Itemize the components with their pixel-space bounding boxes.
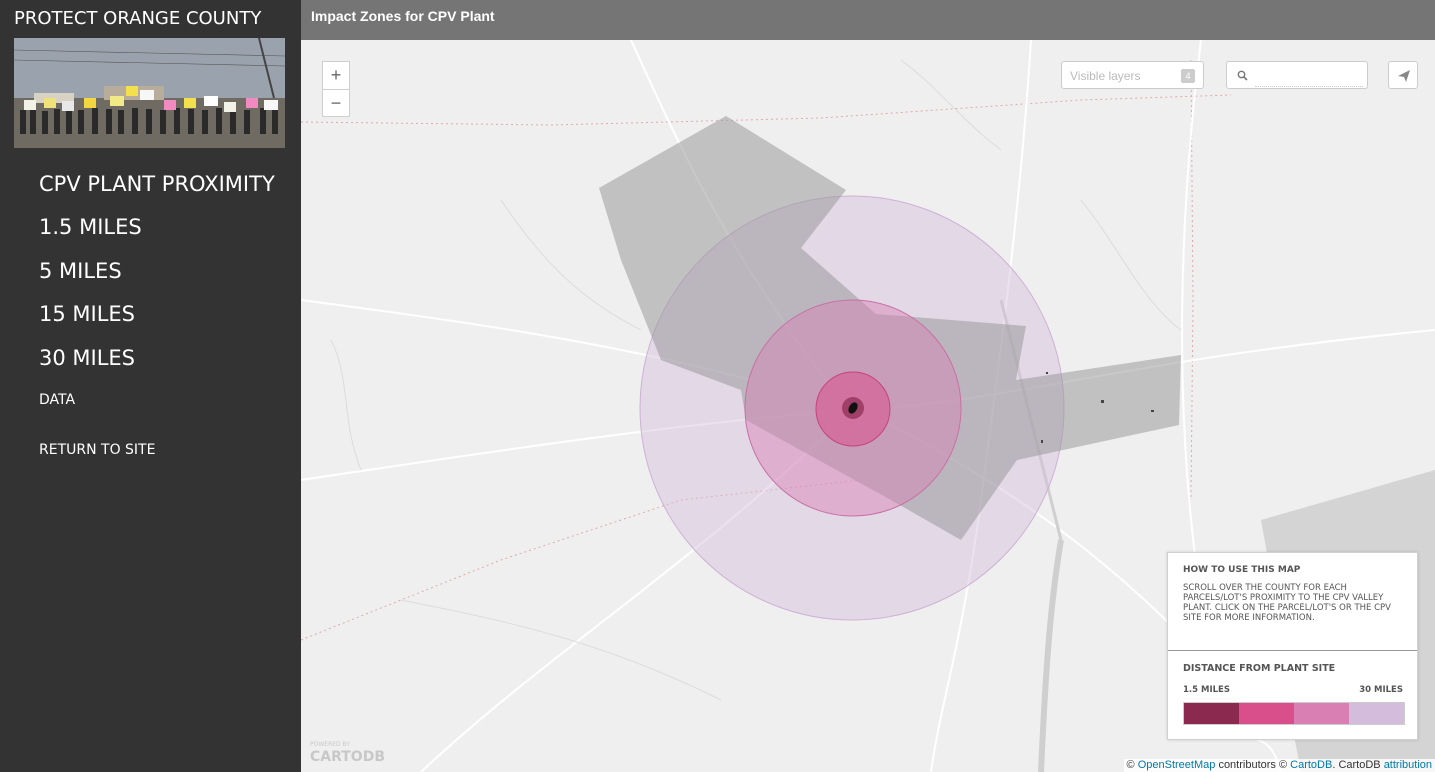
distance-title: DISTANCE FROM PLANT SITE — [1183, 663, 1336, 674]
ramp-max-label: 30 MILES — [1359, 685, 1403, 695]
legend-panel: HOW TO USE THIS MAP SCROLL OVER THE COUN… — [1167, 552, 1418, 740]
attribution-link[interactable]: attribution — [1384, 759, 1432, 771]
visible-layers-count: 4 — [1181, 69, 1195, 83]
map-header: Impact Zones for CPV Plant — [301, 0, 1435, 40]
nav-return-to-site[interactable]: RETURN TO SITE — [39, 442, 155, 458]
share-button[interactable] — [1388, 61, 1418, 89]
nav-cpv-plant-proximity[interactable]: CPV PLANT PROXIMITY — [39, 172, 275, 196]
howto-text: SCROLL OVER THE COUNTY FOR EACH PARCELS/… — [1183, 583, 1391, 623]
powered-by-label: POWERED BY — [310, 741, 351, 748]
zoom-in-button[interactable]: + — [322, 61, 350, 89]
nav-5-miles[interactable]: 5 MILES — [39, 259, 122, 283]
howto-title: HOW TO USE THIS MAP — [1183, 565, 1301, 575]
copyright-symbol: © — [1126, 759, 1135, 771]
ramp-cell — [1239, 703, 1294, 724]
nav-30-miles[interactable]: 30 MILES — [39, 346, 135, 370]
ramp-cell — [1294, 703, 1349, 724]
color-ramp — [1183, 702, 1405, 725]
map-title: Impact Zones for CPV Plant — [311, 8, 495, 24]
nav-15-miles[interactable]: 15 MILES — [39, 302, 135, 326]
nav-data[interactable]: DATA — [39, 392, 75, 408]
map-attribution: © OpenStreetMap contributors © CartoDB. … — [1123, 759, 1435, 772]
search-input[interactable] — [1255, 66, 1363, 87]
cartodb-link[interactable]: CartoDB — [1290, 759, 1332, 771]
ramp-cell — [1184, 703, 1239, 724]
cartodb-text: . CartoDB — [1332, 759, 1381, 771]
search-box[interactable] — [1226, 61, 1368, 89]
cartodb-logo[interactable]: CARTODB — [310, 749, 385, 765]
osm-link[interactable]: OpenStreetMap — [1138, 759, 1216, 771]
legend-divider — [1168, 650, 1417, 651]
search-icon — [1237, 70, 1248, 81]
zoom-out-button[interactable]: − — [322, 89, 350, 117]
contributors-text: contributors © — [1218, 759, 1288, 771]
ramp-min-label: 1.5 MILES — [1183, 685, 1230, 695]
protest-photo — [14, 38, 285, 148]
sidebar: PROTECT ORANGE COUNTY CPV PLANT PROXIMIT… — [0, 0, 301, 772]
nav-1-5-miles[interactable]: 1.5 MILES — [39, 215, 142, 239]
paper-plane-icon — [1398, 70, 1410, 82]
visible-layers-selector[interactable]: Visible layers 4 — [1061, 61, 1204, 89]
site-title: PROTECT ORANGE COUNTY — [14, 8, 262, 29]
visible-layers-label: Visible layers — [1070, 69, 1141, 83]
ramp-cell — [1349, 703, 1404, 724]
